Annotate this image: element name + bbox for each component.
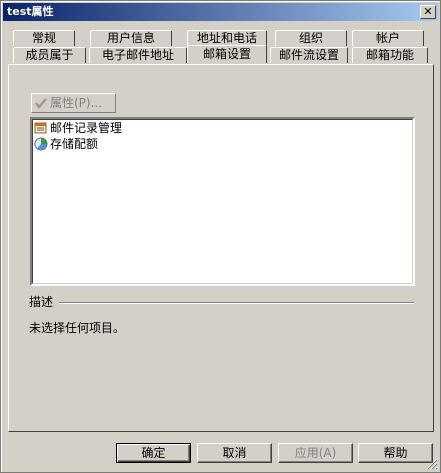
window-title: test属性 — [7, 5, 54, 18]
list-item-label: 邮件记录管理 — [50, 121, 123, 135]
close-button[interactable]: ✕ — [420, 5, 436, 19]
tab-account[interactable]: 帐户 — [352, 30, 424, 46]
tab-mailbox-features[interactable]: 邮箱功能 — [352, 47, 428, 63]
ok-button[interactable]: 确定 — [116, 443, 191, 463]
list-item-record-management[interactable]: 邮件记录管理 — [34, 120, 122, 136]
list-item-storage-quota[interactable]: 存储配额 — [34, 136, 98, 152]
properties-dialog: test属性 ✕ 常规 用户信息 地址和电话 组织 帐户 成员属于 电子邮件地址… — [0, 0, 441, 473]
tab-mail-flow-settings[interactable]: 邮件流设置 — [270, 47, 348, 63]
description-label: 描述 — [29, 295, 54, 309]
properties-button[interactable]: 属性(P)... — [31, 93, 116, 113]
tab-user-info[interactable]: 用户信息 — [90, 30, 172, 46]
tab-general[interactable]: 常规 — [13, 30, 75, 46]
help-button[interactable]: 帮助 — [358, 443, 433, 463]
list-item-label: 存储配额 — [50, 137, 99, 151]
title-bar[interactable]: test属性 ✕ — [3, 3, 438, 21]
tab-email-addresses[interactable]: 电子邮件地址 — [89, 47, 187, 63]
tab-organization[interactable]: 组织 — [275, 30, 347, 46]
description-text: 未选择任何项目。 — [29, 321, 126, 335]
apply-button[interactable]: 应用(A) — [278, 443, 353, 463]
cancel-button[interactable]: 取消 — [197, 443, 272, 463]
resize-grip-icon[interactable] — [426, 458, 438, 470]
settings-list[interactable]: 邮件记录管理 存储配额 — [30, 117, 415, 286]
properties-button-label: 属性(P)... — [50, 96, 103, 110]
storage-quota-icon — [34, 137, 48, 151]
tab-member-of[interactable]: 成员属于 — [13, 47, 86, 63]
tab-address-phone[interactable]: 地址和电话 — [187, 30, 267, 46]
tab-panel-mailbox-settings: 属性(P)... 邮件记录管理 存储配额 描述 未选择任何项目。 — [8, 64, 434, 432]
tab-mailbox-settings[interactable]: 邮箱设置 — [187, 45, 267, 63]
close-icon: ✕ — [423, 5, 433, 18]
record-management-icon — [34, 122, 47, 134]
checkmark-icon — [35, 98, 47, 109]
description-divider — [59, 302, 414, 304]
